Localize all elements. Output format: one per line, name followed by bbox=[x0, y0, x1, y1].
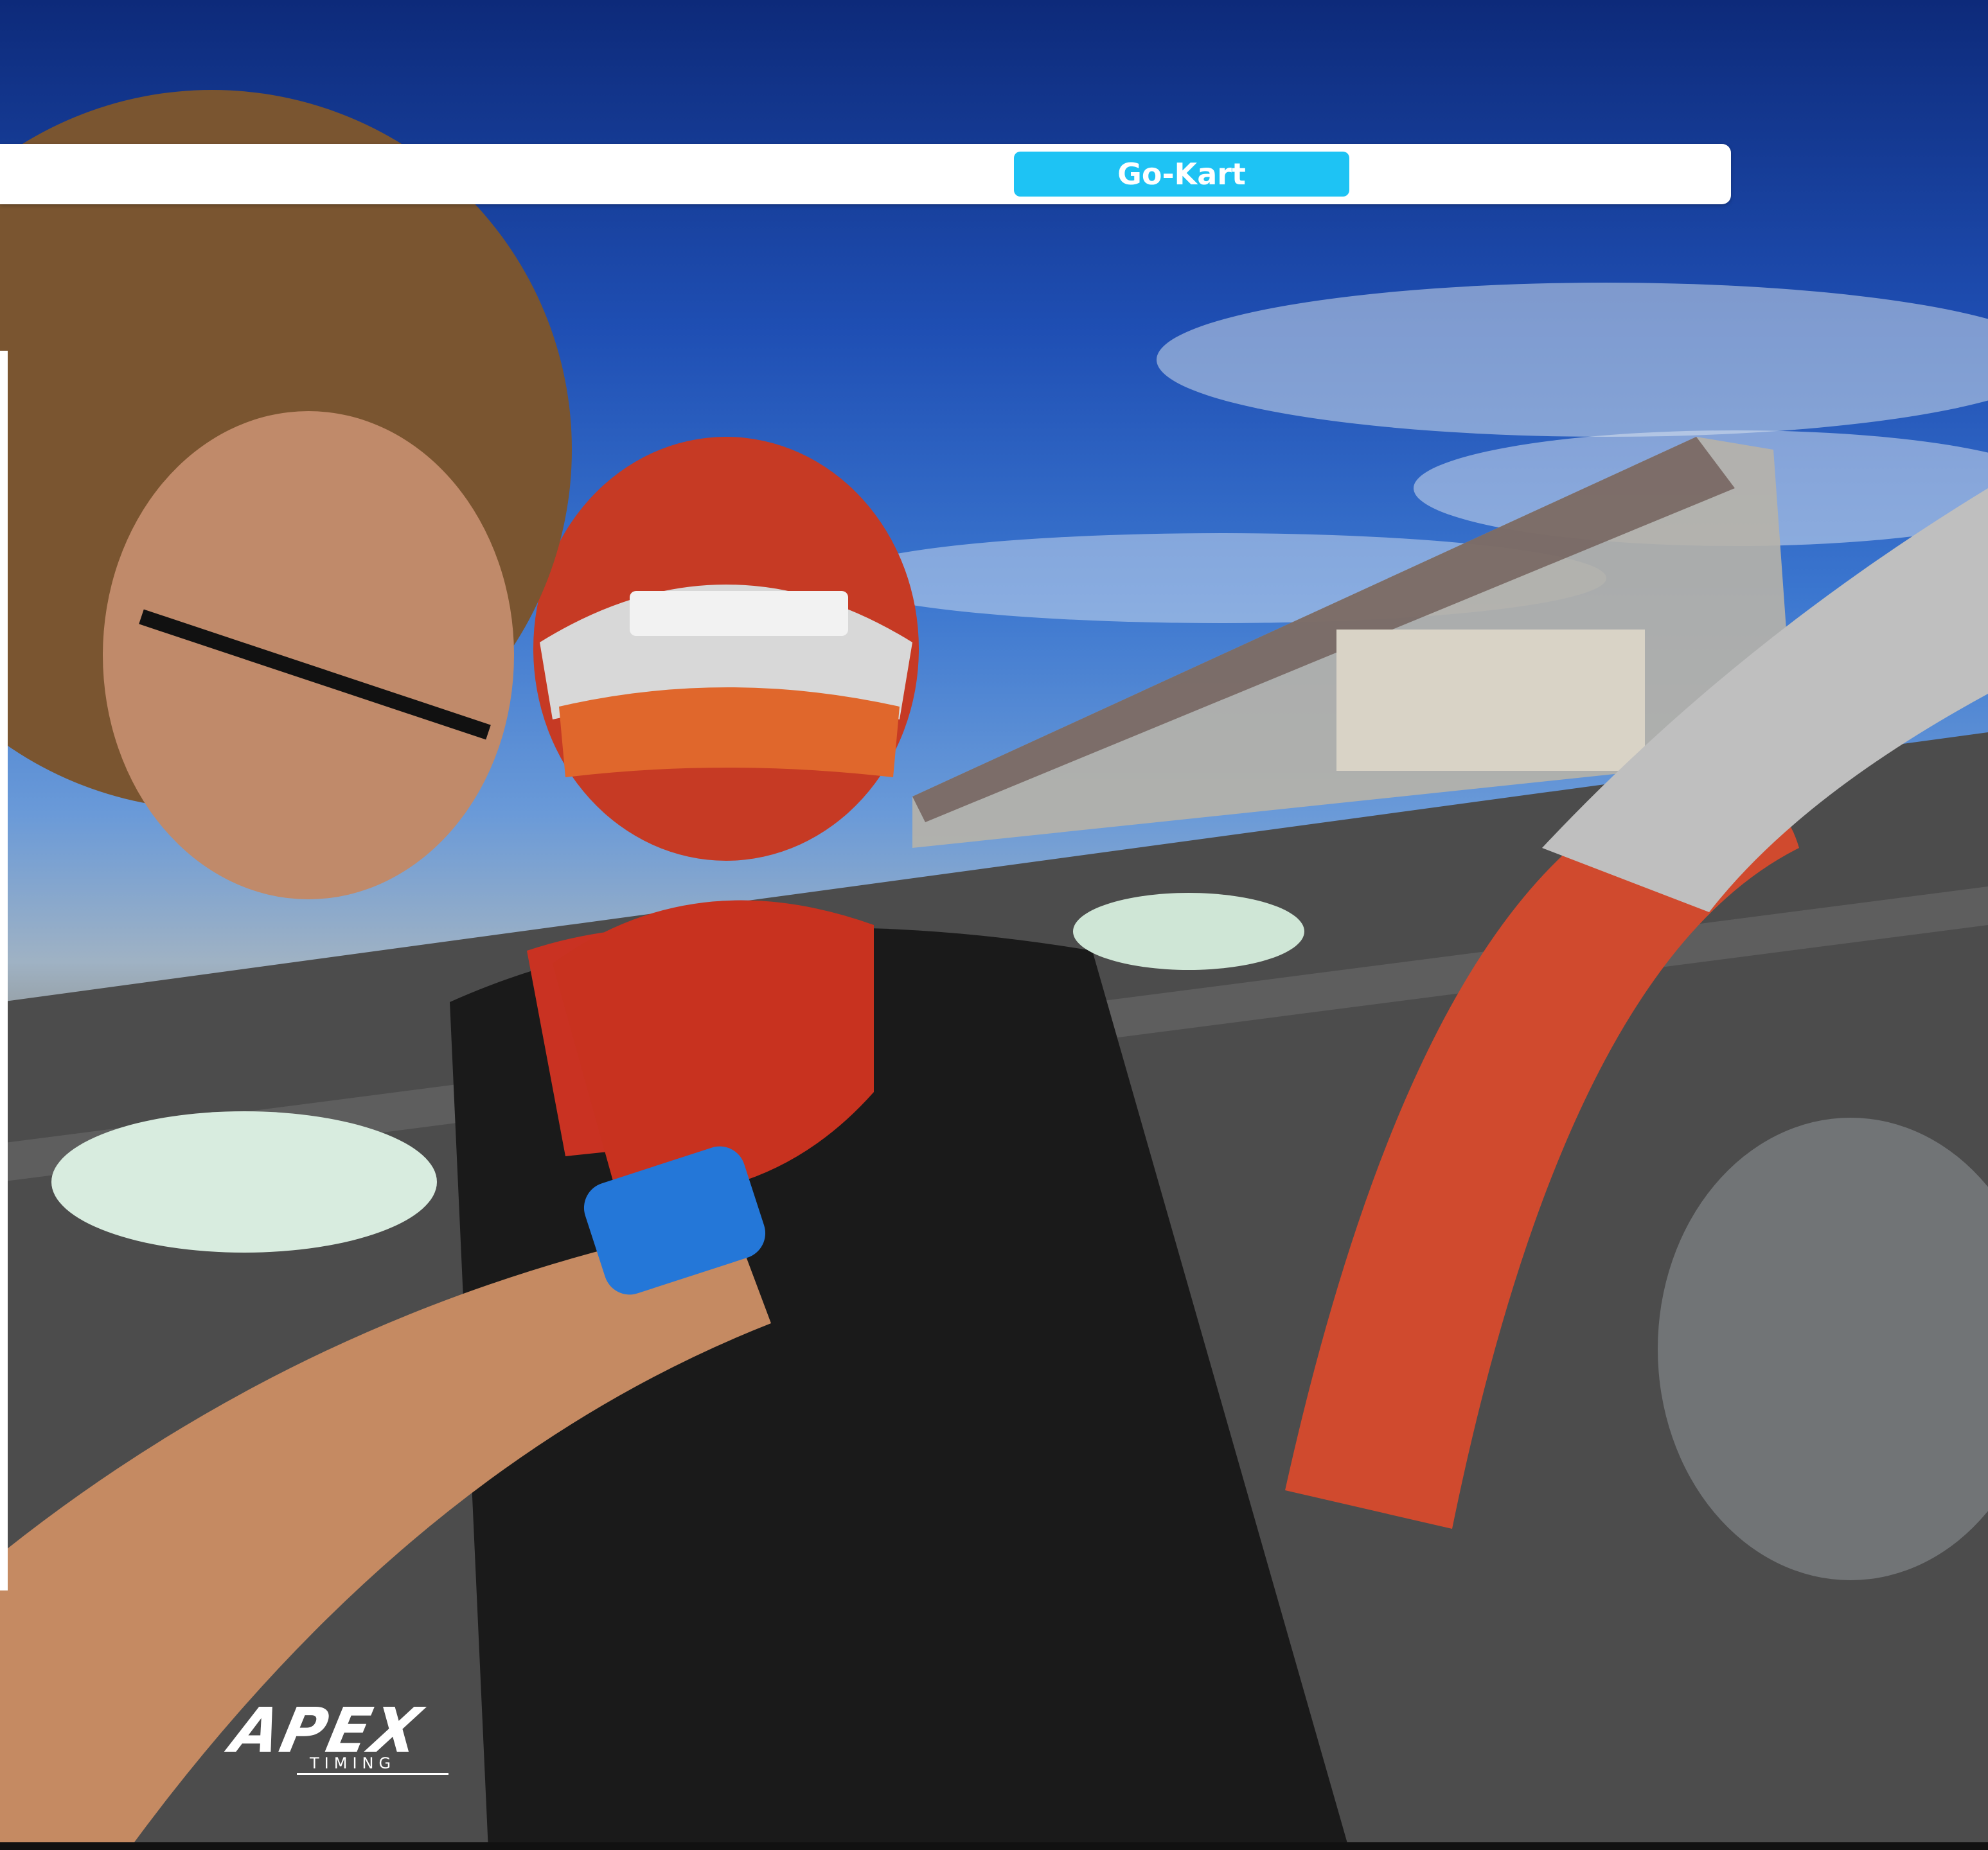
side-panel-edge bbox=[0, 351, 8, 1590]
logo-brand-text: APEX bbox=[225, 1695, 429, 1766]
logo-sub-text: TIMING bbox=[310, 1754, 396, 1772]
top-nav-bar: Go-Kart bbox=[0, 144, 1731, 204]
logo-underline bbox=[297, 1773, 448, 1775]
apex-timing-logo: APEX TIMING bbox=[225, 1695, 451, 1775]
hero-background-photo bbox=[0, 0, 1988, 1850]
tab-go-kart[interactable]: Go-Kart bbox=[1014, 152, 1349, 197]
hero-illustration bbox=[0, 90, 1988, 1850]
